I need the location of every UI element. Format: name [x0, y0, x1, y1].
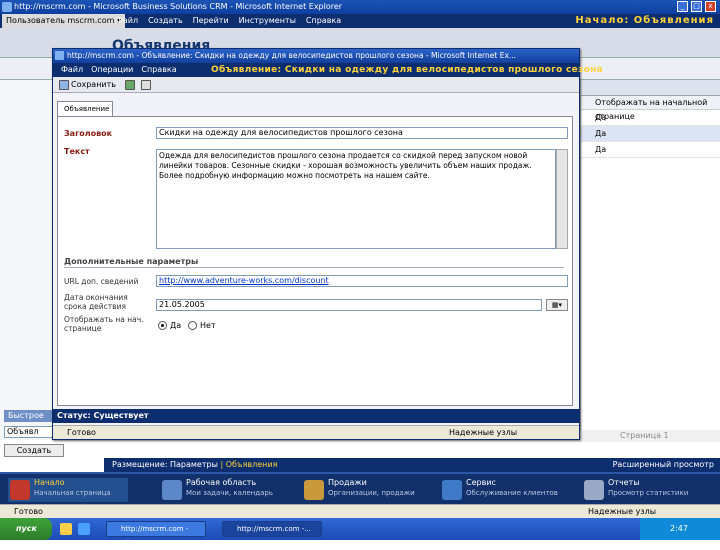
radio-yes[interactable]	[158, 321, 167, 330]
status-text: Готово	[14, 507, 43, 516]
expiry-label: Дата окончания срока действия	[64, 293, 128, 311]
home-icon	[10, 480, 30, 500]
dialog-menu-help[interactable]: Справка	[141, 63, 176, 77]
minimize-button[interactable]: _	[677, 1, 688, 12]
nav-tile-subtitle: Мои задачи, календарь	[186, 489, 273, 497]
dialog-title-bar: http://mscrm.com - Объявление: Скидки на…	[53, 49, 579, 63]
radio-no[interactable]	[188, 321, 197, 330]
menu-create[interactable]: Создать	[148, 14, 183, 28]
dialog-status-text: Готово	[67, 428, 96, 437]
reports-icon	[584, 480, 604, 500]
ie-icon	[2, 2, 12, 12]
crm-menubar: Пользователь mscrm.com ▾ Файл Создать Пе…	[0, 14, 720, 28]
save-close-icon[interactable]	[125, 80, 135, 90]
url-field[interactable]: http://www.adventure-works.com/discount	[156, 275, 568, 287]
nav-tile-reports[interactable]: Отчеты Просмотр статистики	[582, 478, 712, 502]
location-label: Размещение: Параметры	[112, 460, 218, 469]
grid-column-header[interactable]: Отображать на начальной странице	[581, 96, 720, 121]
taskbar-window-button[interactable]: http://mscrm.com - Micro...	[106, 521, 206, 547]
text-field[interactable]: Одежда для велосипедистов прошлого сезон…	[156, 149, 556, 249]
menu-file[interactable]: Файл	[116, 14, 138, 28]
tab-announcement[interactable]: Объявление	[57, 101, 113, 117]
location-separator: |	[220, 460, 224, 469]
navigation-tiles: Начало Начальная страница Рабочая област…	[0, 472, 720, 504]
url-link[interactable]: http://www.adventure-works.com/discount	[159, 276, 329, 285]
quick-create-button[interactable]: Создать	[4, 444, 64, 457]
show-home-label: Отображать на нач. странице	[64, 315, 144, 333]
nav-tile-subtitle: Просмотр статистики	[608, 489, 689, 497]
nav-tile-title: Рабочая область	[186, 478, 257, 487]
calendar-icon[interactable]: ▦▾	[546, 299, 568, 311]
workplace-icon	[162, 480, 182, 500]
dialog-security-zone: Надежные узлы	[449, 428, 518, 437]
url-label: URL доп. сведений	[64, 277, 139, 286]
nav-tile-subtitle: Организации, продажи	[328, 489, 415, 497]
ie-icon	[55, 51, 64, 60]
service-icon	[442, 480, 462, 500]
table-row[interactable]: Да	[581, 126, 720, 142]
close-button[interactable]: x	[705, 1, 716, 12]
nav-tile-title: Отчеты	[608, 478, 640, 487]
windows-taskbar: пуск http://mscrm.com - Micro... http://…	[0, 518, 720, 547]
security-zone: Надежные узлы	[588, 507, 657, 516]
menu-goto[interactable]: Перейти	[193, 14, 229, 28]
grid-toolbar	[581, 80, 720, 96]
announcements-grid: Отображать на начальной странице Да Да Д…	[580, 80, 720, 440]
save-button[interactable]: Сохранить	[71, 77, 116, 93]
nav-tile-home[interactable]: Начало Начальная страница	[8, 478, 128, 502]
nav-tile-title: Начало	[34, 478, 65, 487]
table-row[interactable]: Да	[581, 110, 720, 126]
dialog-status: Статус: Существует	[53, 409, 579, 423]
sales-icon	[304, 480, 324, 500]
maximize-button[interactable]: □	[691, 1, 702, 12]
user-menu[interactable]: Пользователь mscrm.com ▾	[2, 14, 125, 28]
window-title: http://mscrm.com - Microsoft Business So…	[14, 2, 343, 11]
dialog-toolbar: Сохранить	[53, 77, 579, 93]
nav-tile-service[interactable]: Сервис Обслуживание клиентов	[440, 478, 560, 502]
menu-help[interactable]: Справка	[306, 14, 341, 28]
nav-tile-subtitle: Обслуживание клиентов	[466, 489, 558, 497]
grid-pager[interactable]: Страница 1	[580, 430, 720, 442]
title-label: Заголовок	[64, 129, 113, 138]
table-row[interactable]: Да	[581, 142, 720, 158]
taskbar-window-button[interactable]: http://mscrm.com -...	[222, 521, 322, 537]
quicklaunch-icon[interactable]	[60, 523, 72, 535]
save-icon	[59, 80, 69, 90]
text-scrollbar[interactable]	[556, 149, 568, 249]
nav-tile-workplace[interactable]: Рабочая область Мои задачи, календарь	[160, 478, 280, 502]
nav-tile-title: Сервис	[466, 478, 496, 487]
clock: 2:47	[670, 524, 688, 533]
dialog-title: http://mscrm.com - Объявление: Скидки на…	[67, 51, 517, 60]
dialog-browser-status: Готово Надежные узлы	[53, 425, 579, 439]
text-label: Текст	[64, 147, 90, 156]
expiry-date-field[interactable]: 21.05.2005	[156, 299, 542, 311]
window-title-bar: http://mscrm.com - Microsoft Business So…	[0, 0, 720, 14]
dialog-menubar: Файл Операции Справка Объявление: Скидки…	[53, 63, 603, 77]
nav-tile-sales[interactable]: Продажи Организации, продажи	[302, 478, 422, 502]
menu-tools[interactable]: Инструменты	[239, 14, 296, 28]
location-current[interactable]: Объявления	[226, 460, 278, 469]
location-bar: Размещение: Параметры | Объявления Расши…	[104, 458, 720, 472]
section-additional: Дополнительные параметры	[64, 257, 564, 268]
title-field[interactable]: Скидки на одежду для велосипедистов прош…	[156, 127, 568, 139]
nav-tile-subtitle: Начальная страница	[34, 489, 111, 497]
breadcrumb: Начало: Объявления	[575, 15, 714, 26]
dialog-heading: Объявление: Скидки на одежду для велосип…	[211, 65, 603, 75]
dialog-menu-file[interactable]: Файл	[61, 63, 83, 77]
quicklaunch-ie-icon[interactable]	[78, 523, 90, 535]
radio-no-label: Нет	[200, 321, 216, 330]
announcement-dialog: http://mscrm.com - Объявление: Скидки на…	[52, 48, 603, 440]
start-button[interactable]: пуск	[0, 518, 52, 540]
advanced-view-link[interactable]: Расширенный просмотр	[613, 458, 714, 472]
browser-status-bar: Готово Надежные узлы	[0, 504, 720, 518]
dialog-menu-actions[interactable]: Операции	[91, 63, 133, 77]
print-icon[interactable]	[141, 80, 151, 90]
announcement-form: Заголовок Скидки на одежду для велосипед…	[57, 116, 573, 406]
system-tray: 2:47	[640, 518, 720, 540]
radio-yes-label: Да	[170, 321, 182, 330]
nav-tile-title: Продажи	[328, 478, 367, 487]
